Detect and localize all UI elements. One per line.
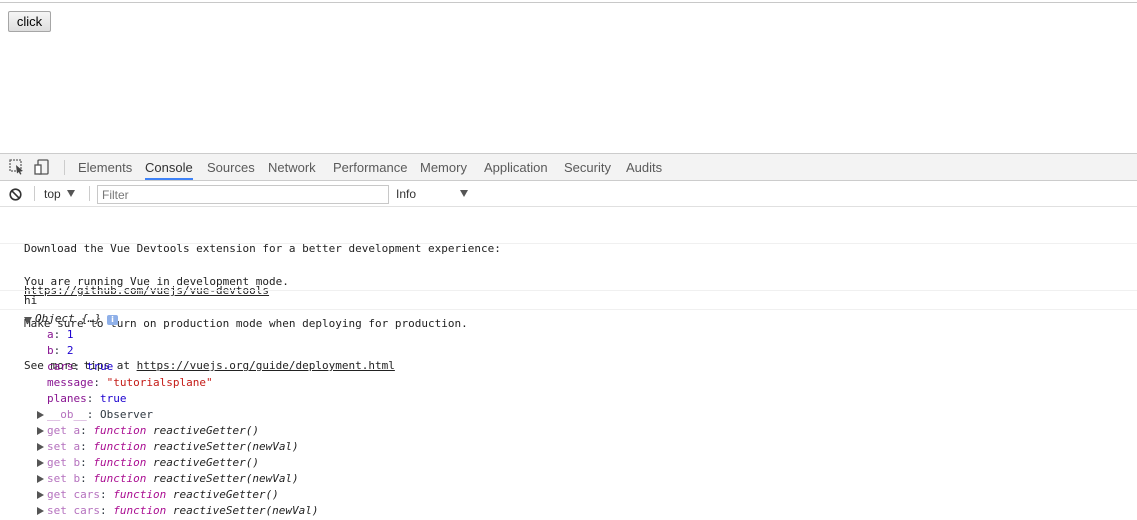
property-key: set cars xyxy=(47,504,100,517)
object-property: planes: true xyxy=(47,392,127,405)
filterbar-divider xyxy=(89,186,90,201)
function-name: reactiveSetter(newVal) xyxy=(172,504,319,517)
property-key: __ob__ xyxy=(47,408,87,421)
tabbar-divider xyxy=(64,160,65,175)
tab-network[interactable]: Network xyxy=(268,154,316,180)
property-value: true xyxy=(100,392,127,405)
tab-performance[interactable]: Performance xyxy=(333,154,407,180)
property-key: b xyxy=(47,344,54,357)
function-keyword: function xyxy=(93,424,147,437)
object-property: a: 1 xyxy=(47,328,74,341)
tab-memory[interactable]: Memory xyxy=(420,154,467,180)
expand-arrow-icon[interactable] xyxy=(37,475,44,483)
function-name: reactiveGetter() xyxy=(172,488,279,501)
expand-arrow-icon[interactable] xyxy=(24,317,32,324)
function-name: reactiveGetter() xyxy=(152,456,259,469)
console-message: hi xyxy=(24,294,38,307)
property-value: true xyxy=(86,360,114,373)
log-level-selector[interactable]: Info xyxy=(396,181,416,206)
object-accessor[interactable]: get cars: function reactiveGetter() xyxy=(47,487,279,503)
expand-arrow-icon[interactable] xyxy=(37,427,44,435)
expand-arrow-icon[interactable] xyxy=(37,507,44,515)
deployment-link[interactable]: https://vuejs.org/guide/deployment.html xyxy=(137,359,395,372)
function-keyword: function xyxy=(113,488,167,501)
device-toolbar-icon[interactable] xyxy=(34,159,50,175)
filterbar-divider xyxy=(34,186,35,201)
devtools-panel: Elements Console Sources Network Perform… xyxy=(0,153,1137,520)
info-icon[interactable]: i xyxy=(107,315,118,325)
expand-arrow-icon[interactable] xyxy=(37,459,44,467)
tab-audits[interactable]: Audits xyxy=(626,154,662,180)
property-key: get a xyxy=(47,424,81,437)
object-summary[interactable]: Object {…} xyxy=(35,311,101,327)
function-name: reactiveGetter() xyxy=(152,424,259,437)
function-keyword: function xyxy=(93,472,147,485)
property-key: planes xyxy=(47,392,87,405)
console-filter-bar: top Info xyxy=(0,181,1137,207)
object-property[interactable]: __ob__: Observer xyxy=(47,407,153,423)
object-accessor[interactable]: set a: function reactiveSetter(newVal) xyxy=(47,439,299,455)
object-property: b: 2 xyxy=(47,344,74,357)
expand-arrow-icon[interactable] xyxy=(37,491,44,499)
function-name: reactiveSetter(newVal) xyxy=(152,440,299,453)
tab-application[interactable]: Application xyxy=(484,154,548,180)
property-value: 2 xyxy=(66,344,74,357)
message-divider xyxy=(0,290,1137,291)
property-key: set a xyxy=(47,440,81,453)
message-divider xyxy=(0,243,1137,244)
chevron-down-icon[interactable] xyxy=(460,190,468,197)
property-value: 1 xyxy=(66,328,74,341)
chevron-down-icon[interactable] xyxy=(67,190,75,197)
devtools-tabbar: Elements Console Sources Network Perform… xyxy=(0,154,1137,181)
function-keyword: function xyxy=(93,440,147,453)
object-accessor[interactable]: get b: function reactiveGetter() xyxy=(47,455,259,471)
tab-console[interactable]: Console xyxy=(145,154,193,180)
object-accessor[interactable]: set cars: function reactiveSetter(newVal… xyxy=(47,503,319,519)
click-button[interactable]: click xyxy=(8,11,51,32)
property-key: get b xyxy=(47,456,81,469)
clear-console-icon[interactable] xyxy=(9,188,22,201)
message-divider xyxy=(0,309,1137,310)
console-output: Download the Vue Devtools extension for … xyxy=(0,207,1137,520)
expand-arrow-icon[interactable] xyxy=(37,411,44,419)
object-accessor[interactable]: get a: function reactiveGetter() xyxy=(47,423,259,439)
property-value: "tutorialsplane" xyxy=(106,376,213,389)
tab-elements[interactable]: Elements xyxy=(78,154,132,180)
page-top-border xyxy=(0,2,1137,3)
property-key: get cars xyxy=(47,488,100,501)
function-keyword: function xyxy=(113,504,167,517)
expand-arrow-icon[interactable] xyxy=(37,443,44,451)
property-key: set b xyxy=(47,472,81,485)
function-name: reactiveSetter(newVal) xyxy=(152,472,299,485)
filter-input[interactable] xyxy=(97,185,389,204)
object-property: cars: true xyxy=(47,360,114,373)
property-key: cars xyxy=(47,360,74,373)
property-key: message xyxy=(47,376,94,389)
function-keyword: function xyxy=(93,456,147,469)
context-selector[interactable]: top xyxy=(44,181,61,206)
property-key: a xyxy=(47,328,54,341)
inspect-element-icon[interactable] xyxy=(9,159,25,175)
tab-security[interactable]: Security xyxy=(564,154,611,180)
message-text: You are running Vue in development mode. xyxy=(24,275,289,288)
tab-sources[interactable]: Sources xyxy=(207,154,255,180)
object-property: message: "tutorialsplane" xyxy=(47,376,213,389)
object-accessor[interactable]: set b: function reactiveSetter(newVal) xyxy=(47,471,299,487)
property-value: Observer xyxy=(100,408,153,421)
